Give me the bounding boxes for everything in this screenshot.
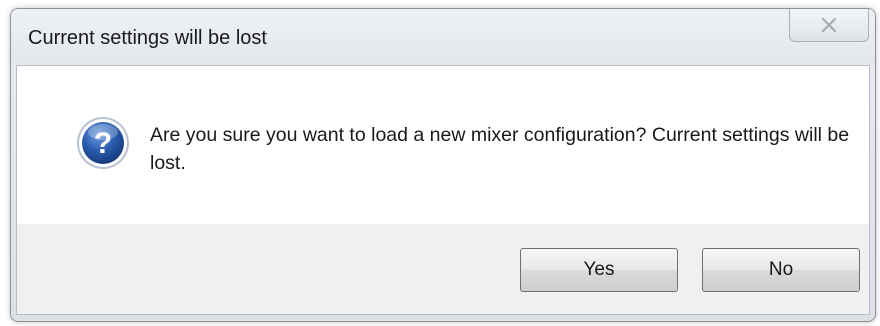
close-icon — [821, 18, 837, 32]
title-bar[interactable]: Current settings will be lost — [11, 9, 875, 65]
window-title: Current settings will be lost — [28, 27, 267, 49]
dialog-content: ? Are you sure you want to load a new mi… — [16, 65, 870, 315]
no-button[interactable]: No — [702, 248, 860, 292]
yes-button[interactable]: Yes — [520, 248, 678, 292]
question-icon: ? — [77, 117, 129, 169]
svg-text:?: ? — [94, 127, 112, 160]
close-button[interactable] — [789, 9, 869, 42]
message-text: Are you sure you want to load a new mixe… — [150, 124, 850, 174]
message-area: ? Are you sure you want to load a new mi… — [17, 66, 869, 224]
confirmation-dialog: Current settings will be lost ? Are you … — [10, 8, 876, 322]
